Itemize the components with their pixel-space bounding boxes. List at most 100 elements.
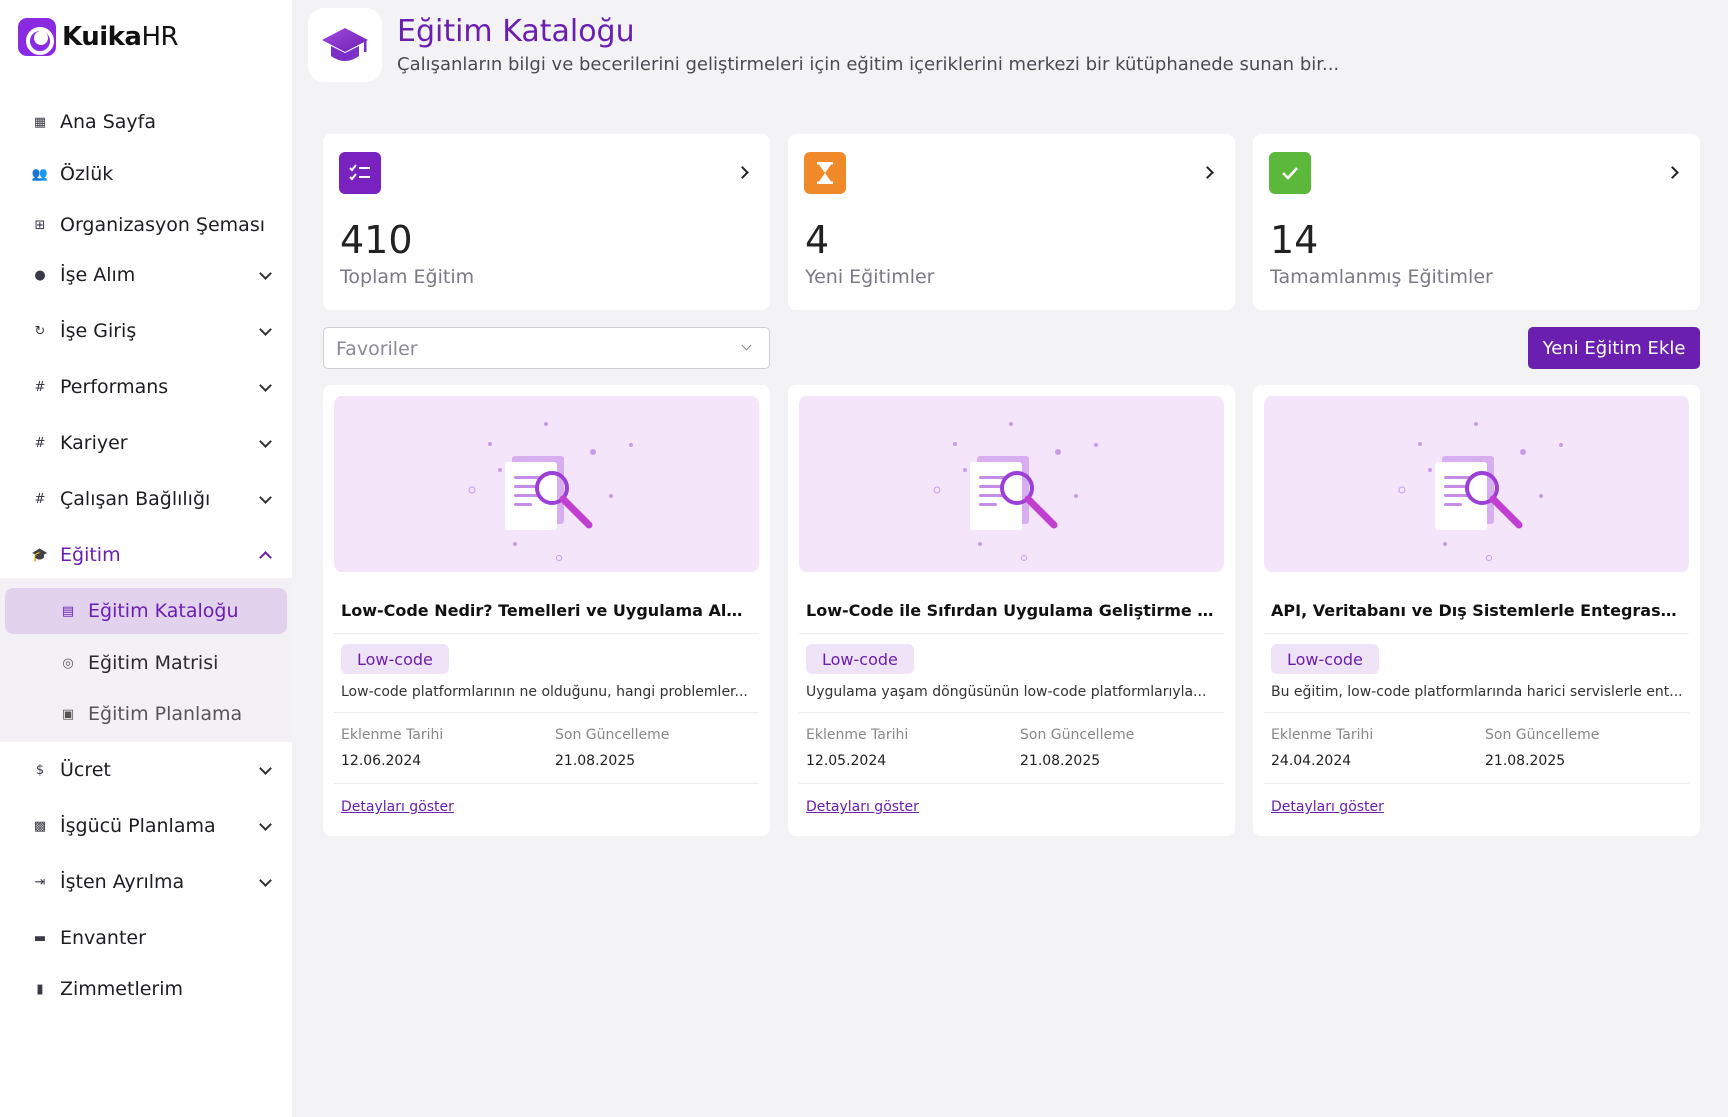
check-icon	[1269, 152, 1311, 194]
sidebar-subitem-egitim-planlama[interactable]: ▣ Eğitim Planlama	[5, 691, 287, 737]
stat-value: 4	[805, 218, 830, 262]
page-description: Çalışanların bilgi ve becerilerini geliş…	[397, 54, 1340, 75]
logo[interactable]: KuikaHR	[18, 18, 179, 56]
added-date-label: Eklenme Tarihi	[806, 727, 909, 743]
document-search-illustration	[1398, 422, 1563, 561]
sidebar-item-label: Ana Sayfa	[60, 111, 157, 133]
sidebar-item-calisan-bagliligi[interactable]: # Çalışan Bağlılığı	[0, 477, 292, 521]
divider	[799, 712, 1224, 713]
show-details-link[interactable]: Detayları göster	[341, 799, 454, 815]
stat-value: 14	[1270, 218, 1319, 262]
added-date-value: 24.04.2024	[1271, 753, 1352, 769]
sidebar-item-isgucu-planlama[interactable]: ▩ İşgücü Planlama	[0, 804, 292, 848]
divider	[799, 783, 1224, 784]
chevron-down-icon	[259, 820, 271, 832]
added-date-label: Eklenme Tarihi	[341, 727, 444, 743]
chevron-right-icon	[1203, 168, 1213, 178]
chevron-right-icon	[1668, 168, 1678, 178]
sidebar-subitem-label: Eğitim Matrisi	[88, 652, 219, 674]
sidebar-item-label: İşe Giriş	[60, 320, 137, 342]
sidebar-item-envanter[interactable]: ▬ Envanter	[0, 916, 292, 960]
onboarding-icon: ↻	[34, 323, 46, 339]
sidebar-item-kariyer[interactable]: # Kariyer	[0, 421, 292, 465]
show-details-link[interactable]: Detayları göster	[806, 799, 919, 815]
added-date-label: Eklenme Tarihi	[1271, 727, 1374, 743]
people-icon: 👥	[31, 166, 49, 182]
course-title[interactable]: Low-Code Nedir? Temelleri ve Uygulama Al…	[341, 601, 753, 620]
sidebar-item-performans[interactable]: # Performans	[0, 365, 292, 409]
sidebar-item-label: Performans	[60, 376, 169, 398]
course-thumbnail	[334, 396, 759, 572]
chevron-down-icon	[743, 342, 751, 350]
logo-text: KuikaHR	[62, 22, 179, 52]
divider	[334, 712, 759, 713]
graduation-cap-icon	[322, 28, 368, 61]
sidebar-subitem-label: Eğitim Planlama	[88, 703, 243, 725]
sidebar-item-label: Zimmetlerim	[60, 978, 184, 1000]
add-training-button[interactable]: Yeni Eğitim Ekle	[1528, 327, 1700, 369]
page-title: Eğitim Kataloğu	[397, 14, 635, 49]
sidebar-item-organizasyon[interactable]: ⊞ Organizasyon Şeması	[0, 203, 292, 247]
stat-card-new[interactable]: 4 Yeni Eğitimler	[788, 134, 1235, 310]
sidebar-item-ozluk[interactable]: 👥 Özlük	[0, 152, 292, 196]
updated-date-value: 21.08.2025	[555, 753, 636, 769]
sidebar-item-ise-giris[interactable]: ↻ İşe Giriş	[0, 309, 292, 353]
graduation-cap-icon: 🎓	[31, 547, 49, 563]
chevron-down-icon	[259, 269, 271, 281]
updated-date-value: 21.08.2025	[1485, 753, 1566, 769]
sidebar-item-zimmetlerim[interactable]: ▮ Zimmetlerim	[0, 967, 292, 1011]
divider	[334, 783, 759, 784]
sidebar-item-ana-sayfa[interactable]: ▦ Ana Sayfa	[0, 100, 292, 144]
stat-card-total[interactable]: 410 Toplam Eğitim	[323, 134, 770, 310]
logo-mark-icon	[18, 18, 56, 56]
sidebar-subitem-egitim-matrisi[interactable]: ◎ Eğitim Matrisi	[5, 640, 287, 686]
bookmark-icon: ▮	[36, 981, 44, 997]
calendar-icon: ▣	[61, 706, 75, 722]
updated-date-label: Son Güncelleme	[1485, 727, 1600, 743]
dashboard-icon: ▦	[33, 114, 47, 130]
checklist-icon	[339, 152, 381, 194]
sidebar-item-label: İşe Alım	[60, 264, 136, 286]
matrix-icon: ◎	[62, 655, 74, 671]
chevron-down-icon	[259, 876, 271, 888]
hash-icon: #	[34, 379, 46, 395]
course-card[interactable]: Low-Code ile Sıfırdan Uygulama Geliştirm…	[788, 385, 1235, 836]
hash-icon: #	[34, 491, 46, 507]
course-description: Uygulama yaşam döngüsünün low-code platf…	[806, 684, 1207, 700]
sidebar-item-ucret[interactable]: $ Ücret	[0, 748, 292, 792]
favorites-select[interactable]: Favoriler	[323, 327, 770, 369]
show-details-link[interactable]: Detayları göster	[1271, 799, 1384, 815]
sidebar-item-egitim[interactable]: 🎓 Eğitim	[0, 533, 292, 577]
sidebar-item-isten-ayrilma[interactable]: ⇥ İşten Ayrılma	[0, 860, 292, 904]
hourglass-icon	[804, 152, 846, 194]
course-tag: Low-code	[1271, 644, 1379, 674]
chevron-down-icon	[259, 764, 271, 776]
org-chart-icon: ⊞	[34, 217, 46, 233]
chevron-down-icon	[259, 381, 271, 393]
course-card[interactable]: API, Veritabanı ve Dış Sistemlerle Enteg…	[1253, 385, 1700, 836]
sidebar-item-label: Özlük	[60, 163, 114, 185]
course-title[interactable]: Low-Code ile Sıfırdan Uygulama Geliştirm…	[806, 601, 1218, 620]
catalog-icon: ▤	[61, 603, 75, 619]
sidebar-subitem-label: Eğitim Kataloğu	[88, 600, 239, 622]
sidebar-item-label: Envanter	[60, 927, 146, 949]
course-card[interactable]: Low-Code Nedir? Temelleri ve Uygulama Al…	[323, 385, 770, 836]
course-thumbnail	[1264, 396, 1689, 572]
sidebar-item-label: Eğitim	[60, 544, 121, 566]
course-title[interactable]: API, Veritabanı ve Dış Sistemlerle Enteg…	[1271, 601, 1683, 620]
page-icon-tile	[308, 8, 382, 82]
divider	[1264, 633, 1689, 634]
updated-date-label: Son Güncelleme	[1020, 727, 1135, 743]
stat-value: 410	[340, 218, 413, 262]
chevron-down-icon	[259, 437, 271, 449]
stat-card-completed[interactable]: 14 Tamamlanmış Eğitimler	[1253, 134, 1700, 310]
divider	[799, 633, 1224, 634]
added-date-value: 12.05.2024	[806, 753, 887, 769]
chevron-down-icon	[259, 325, 271, 337]
briefcase-icon: ▩	[33, 818, 47, 834]
course-tag: Low-code	[806, 644, 914, 674]
archive-icon: ▬	[33, 930, 47, 946]
sidebar-subitem-egitim-katalogu[interactable]: ▤ Eğitim Kataloğu	[5, 588, 287, 634]
sidebar-item-ise-alim[interactable]: ● İşe Alım	[0, 253, 292, 297]
stat-label: Tamamlanmış Eğitimler	[1270, 266, 1493, 288]
